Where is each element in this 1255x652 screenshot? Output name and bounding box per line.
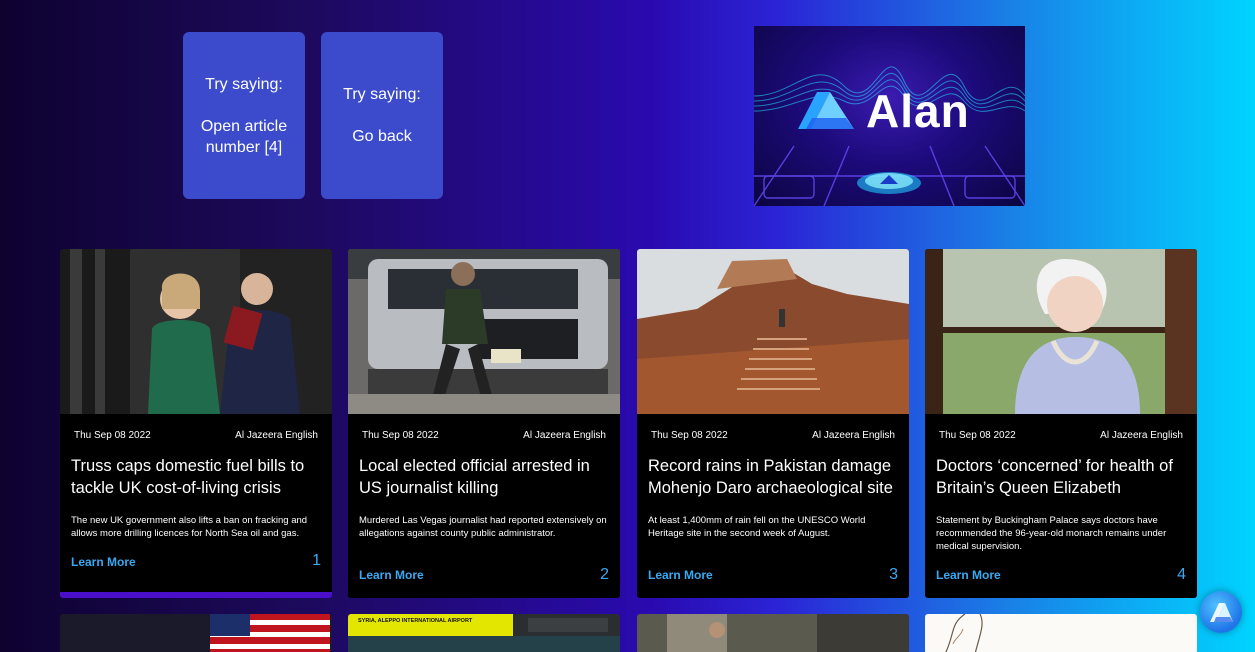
- article-card-6-partial[interactable]: SYRIA, ALEPPO INTERNATIONAL AIRPORT: [348, 614, 620, 652]
- article-description: Statement by Buckingham Palace says doct…: [936, 515, 1167, 552]
- article-image: [637, 249, 909, 414]
- hint-label: Try saying:: [343, 86, 421, 103]
- article-card-8-partial[interactable]: [925, 614, 1197, 652]
- learn-more-link[interactable]: Learn More: [648, 568, 713, 582]
- article-title: Local elected official arrested in US jo…: [359, 457, 590, 497]
- article-description: At least 1,400mm of rain fell on the UNE…: [648, 515, 866, 539]
- article-source: Al Jazeera English: [235, 430, 318, 441]
- partial-card-caption: SYRIA, ALEPPO INTERNATIONAL AIRPORT: [358, 618, 473, 624]
- learn-more-link[interactable]: Learn More: [71, 555, 136, 569]
- article-date: Thu Sep 08 2022: [651, 430, 728, 441]
- article-source: Al Jazeera English: [812, 430, 895, 441]
- article-number: 1: [312, 552, 321, 569]
- article-card-4[interactable]: Thu Sep 08 2022 Al Jazeera English Docto…: [925, 249, 1197, 598]
- article-title: Record rains in Pakistan damage Mohenjo …: [648, 457, 893, 497]
- hint-text: Go back: [352, 128, 412, 145]
- article-description: Murdered Las Vegas journalist had report…: [359, 515, 607, 539]
- article-title: Truss caps domestic fuel bills to tackle…: [71, 457, 305, 497]
- learn-more-link[interactable]: Learn More: [359, 568, 424, 582]
- article-card-1[interactable]: Thu Sep 08 2022 Al Jazeera English Truss…: [60, 249, 332, 598]
- learn-more-link[interactable]: Learn More: [936, 568, 1001, 582]
- article-card-7-partial[interactable]: [637, 614, 909, 652]
- article-source: Al Jazeera English: [523, 430, 606, 441]
- hint-label: Try saying:: [205, 75, 283, 93]
- article-image: [637, 614, 909, 652]
- article-title: Doctors ‘concerned’ for health of Britai…: [936, 457, 1173, 497]
- article-card-2[interactable]: Thu Sep 08 2022 Al Jazeera English Local…: [348, 249, 620, 598]
- article-image: [60, 614, 332, 652]
- article-source: Al Jazeera English: [1100, 430, 1183, 441]
- alan-logo-text: Alan: [866, 85, 970, 137]
- article-number: 3: [889, 566, 898, 583]
- hint-card-open-article: Try saying: Open article number [4]: [183, 32, 305, 199]
- article-card-5-partial[interactable]: [60, 614, 332, 652]
- hint-card-go-back: Try saying: Go back: [321, 32, 443, 199]
- article-date: Thu Sep 08 2022: [939, 430, 1016, 441]
- article-number: 4: [1177, 566, 1186, 583]
- article-number: 2: [600, 566, 609, 583]
- article-image: [348, 249, 620, 414]
- article-date: Thu Sep 08 2022: [362, 430, 439, 441]
- article-card-3[interactable]: Thu Sep 08 2022 Al Jazeera English Recor…: [637, 249, 909, 598]
- alan-logo-banner: Alan: [754, 26, 1025, 206]
- alan-voice-button[interactable]: [1200, 591, 1242, 633]
- alan-logo-icon: [1210, 603, 1233, 622]
- article-image: [925, 614, 1197, 652]
- article-description: The new UK government also lifts a ban o…: [71, 515, 308, 539]
- article-image: [60, 249, 332, 414]
- article-image: [925, 249, 1197, 414]
- hint-text: Open article number [4]: [200, 117, 288, 156]
- article-image: SYRIA, ALEPPO INTERNATIONAL AIRPORT: [348, 614, 620, 652]
- article-date: Thu Sep 08 2022: [74, 430, 151, 441]
